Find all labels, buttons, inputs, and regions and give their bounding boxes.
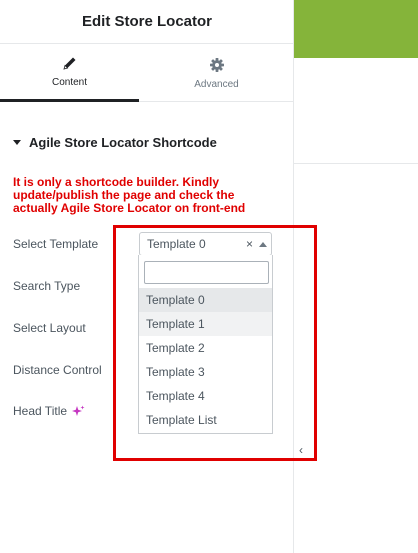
tab-advanced[interactable]: Advanced: [147, 44, 286, 102]
caret-down-icon: [13, 140, 21, 145]
warning-notice: It is only a shortcode builder. Kindly u…: [13, 176, 288, 215]
tab-content[interactable]: Content: [0, 44, 139, 102]
ai-sparkle-icon[interactable]: [72, 405, 85, 418]
chevron-left-icon: ‹: [299, 443, 303, 457]
panel-tabs: Content Advanced: [0, 44, 294, 102]
template-dropdown: Template 0 Template 1 Template 2 Templat…: [138, 255, 273, 434]
collapse-panel-button[interactable]: ‹: [294, 436, 308, 464]
dropdown-option[interactable]: Template 3: [139, 360, 272, 384]
search-type-label: Search Type: [13, 279, 81, 293]
dropdown-option[interactable]: Template 1: [139, 312, 272, 336]
preview-top-bar: [293, 0, 418, 58]
preview-divider: [294, 163, 418, 164]
dropdown-search-input[interactable]: [144, 261, 269, 284]
pencil-icon: [62, 57, 75, 70]
clear-icon[interactable]: ×: [246, 237, 253, 251]
gear-icon: [209, 57, 224, 72]
panel-title: Edit Store Locator: [81, 13, 212, 30]
editor-panel: Edit Store Locator Content Advanced Agil…: [0, 0, 294, 553]
select-template-label: Select Template: [13, 237, 99, 251]
distance-control-label: Distance Control: [13, 363, 102, 377]
template-select-value: Template 0: [147, 237, 206, 251]
chevron-up-icon: [259, 242, 267, 247]
dropdown-option[interactable]: Template 4: [139, 384, 272, 408]
tab-content-label: Content: [51, 77, 88, 88]
dropdown-option[interactable]: Template 2: [139, 336, 272, 360]
dropdown-option[interactable]: Template List: [139, 408, 272, 432]
template-select[interactable]: Template 0 ×: [139, 232, 272, 256]
dropdown-option[interactable]: Template 0: [139, 288, 272, 312]
head-title-field: Head Title: [13, 404, 85, 418]
section-title: Agile Store Locator Shortcode: [29, 135, 217, 150]
head-title-label: Head Title: [13, 404, 68, 418]
select-layout-label: Select Layout: [13, 321, 86, 335]
panel-header: Edit Store Locator: [0, 0, 294, 44]
tab-advanced-label: Advanced: [194, 78, 239, 90]
warning-line: actually Agile Store Locator on front-en…: [13, 201, 246, 215]
section-toggle[interactable]: Agile Store Locator Shortcode: [13, 135, 217, 150]
